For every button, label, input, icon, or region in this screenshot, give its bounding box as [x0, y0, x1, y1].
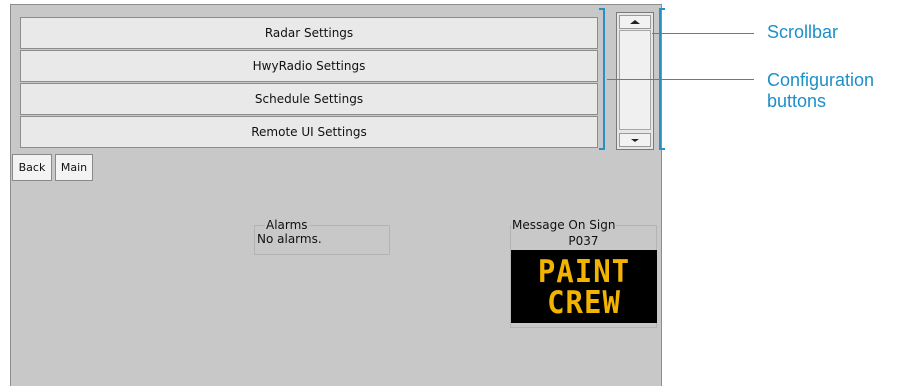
scroll-up-button[interactable]: [619, 15, 651, 29]
hwyradio-settings-button[interactable]: HwyRadio Settings: [20, 50, 598, 82]
schedule-settings-button[interactable]: Schedule Settings: [20, 83, 598, 115]
message-on-sign-title: Message On Sign: [511, 218, 617, 232]
config-buttons-bracket: [599, 8, 605, 150]
alarms-status: No alarms.: [257, 232, 322, 246]
scroll-down-button[interactable]: [619, 133, 651, 147]
back-button[interactable]: Back: [12, 154, 52, 181]
scrollbar[interactable]: [616, 12, 654, 150]
config-callout-line: [607, 79, 754, 80]
config-callout-label-line1: Configuration: [767, 70, 875, 90]
sign-code: P037: [568, 234, 599, 248]
alarms-group: Alarms No alarms.: [254, 218, 390, 255]
message-on-sign-group: Message On Sign P037 PAINT CREW: [510, 218, 657, 328]
scrollbar-callout-line: [652, 33, 754, 34]
ui-screen: Radar Settings HwyRadio Settings Schedul…: [10, 4, 662, 386]
triangle-up-icon: [630, 20, 640, 24]
scrollbar-callout-label: Scrollbar: [767, 22, 839, 42]
config-callout-label-line2: buttons: [767, 91, 827, 111]
triangle-down-icon: [631, 138, 639, 142]
sign-line: CREW: [547, 283, 621, 320]
main-button[interactable]: Main: [55, 154, 93, 181]
radar-settings-button[interactable]: Radar Settings: [20, 17, 598, 49]
scroll-thumb[interactable]: [619, 30, 651, 130]
sign-display: PAINT CREW: [511, 250, 657, 323]
remote-ui-settings-button[interactable]: Remote UI Settings: [20, 116, 598, 148]
alarms-title: Alarms: [265, 218, 309, 232]
